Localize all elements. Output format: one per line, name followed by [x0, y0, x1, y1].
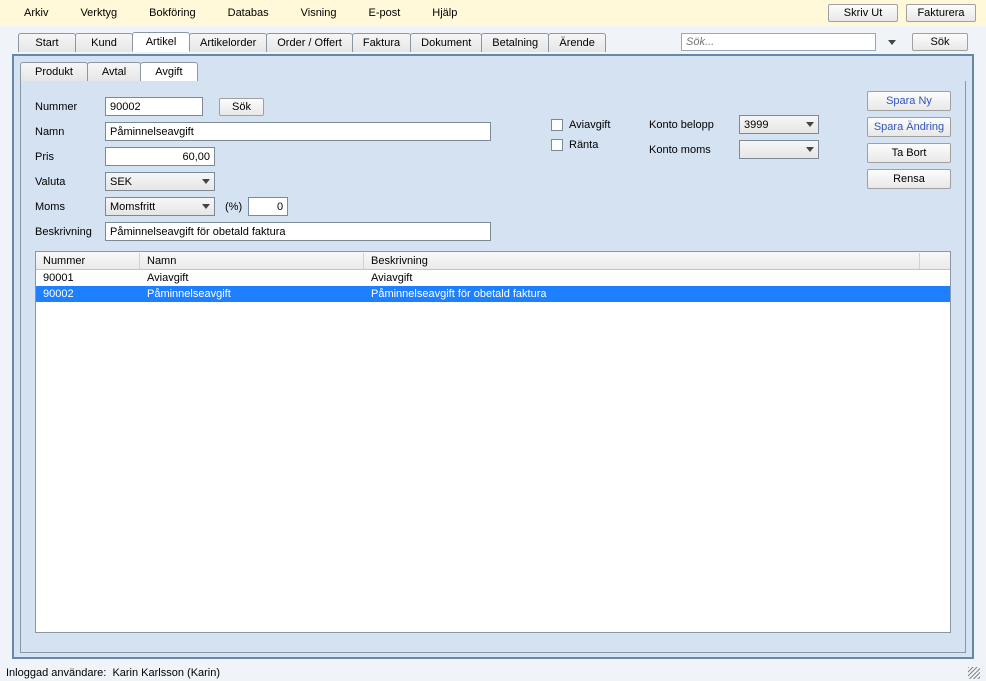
- print-button[interactable]: Skriv Ut: [828, 4, 898, 22]
- nummer-input[interactable]: [105, 97, 203, 116]
- tab-artikelorder[interactable]: Artikelorder: [189, 33, 267, 52]
- konto-belopp-value: 3999: [744, 119, 768, 131]
- konto-belopp-label: Konto belopp: [649, 119, 739, 131]
- tab-artikel[interactable]: Artikel: [132, 32, 190, 52]
- table-body: 90001 Aviavgift Aviavgift 90002 Påminnel…: [36, 270, 950, 302]
- ta-bort-button[interactable]: Ta Bort: [867, 143, 951, 163]
- data-table: Nummer Namn Beskrivning 90001 Aviavgift …: [35, 251, 951, 633]
- rensa-button[interactable]: Rensa: [867, 169, 951, 189]
- menu-bar: Arkiv Verktyg Bokföring Databas Visning …: [0, 0, 986, 26]
- tab-arende[interactable]: Ärende: [548, 33, 606, 52]
- moms-value: Momsfritt: [110, 201, 155, 213]
- moms-select[interactable]: Momsfritt: [105, 197, 215, 216]
- toolbar-row: Start Kund Artikel Artikelorder Order / …: [0, 26, 986, 54]
- cell-beskrivning: Påminnelseavgift för obetald faktura: [364, 287, 920, 301]
- namn-label: Namn: [35, 126, 105, 138]
- ranta-label: Ränta: [569, 139, 598, 151]
- spara-ny-button[interactable]: Spara Ny: [867, 91, 951, 111]
- table-header: Nummer Namn Beskrivning: [36, 252, 950, 270]
- search-area: Sök: [681, 33, 968, 51]
- cell-nummer: 90002: [36, 287, 140, 301]
- valuta-label: Valuta: [35, 176, 105, 188]
- col-namn[interactable]: Namn: [140, 253, 364, 269]
- menu-items: Arkiv Verktyg Bokföring Databas Visning …: [10, 5, 471, 21]
- subtab-produkt[interactable]: Produkt: [20, 62, 88, 81]
- tab-start[interactable]: Start: [18, 33, 76, 52]
- status-bar: Inloggad användare: Karin Karlsson (Kari…: [0, 665, 986, 681]
- valuta-select[interactable]: SEK: [105, 172, 215, 191]
- cell-namn: Aviavgift: [140, 271, 364, 285]
- table-row[interactable]: 90001 Aviavgift Aviavgift: [36, 270, 950, 286]
- konto-moms-select[interactable]: [739, 140, 819, 159]
- tab-kund[interactable]: Kund: [75, 33, 133, 52]
- search-dropdown-icon[interactable]: [888, 40, 896, 45]
- namn-input[interactable]: [105, 122, 491, 141]
- menu-arkiv[interactable]: Arkiv: [10, 5, 62, 21]
- mid-check-column: Aviavgift Ränta: [551, 119, 610, 159]
- menu-hjalp[interactable]: Hjälp: [418, 5, 471, 21]
- menu-databas[interactable]: Databas: [214, 5, 283, 21]
- konto-belopp-select[interactable]: 3999: [739, 115, 819, 134]
- main-tabs: Start Kund Artikel Artikelorder Order / …: [18, 32, 605, 52]
- beskrivning-label: Beskrivning: [35, 226, 105, 238]
- subtab-avtal[interactable]: Avtal: [87, 62, 141, 81]
- right-column: Konto belopp 3999 Konto moms: [649, 115, 819, 165]
- beskrivning-input[interactable]: [105, 222, 491, 241]
- menu-visning[interactable]: Visning: [287, 5, 351, 21]
- tab-order-offert[interactable]: Order / Offert: [266, 33, 353, 52]
- menu-epost[interactable]: E-post: [355, 5, 415, 21]
- valuta-value: SEK: [110, 176, 132, 188]
- form-area: Nummer Sök Namn Pris Valuta SEK Moms Mom…: [20, 81, 966, 653]
- chevron-down-icon: [202, 179, 210, 184]
- col-nummer[interactable]: Nummer: [36, 253, 140, 269]
- resize-grip-icon[interactable]: [968, 667, 980, 679]
- menu-verktyg[interactable]: Verktyg: [66, 5, 131, 21]
- tab-faktura[interactable]: Faktura: [352, 33, 411, 52]
- pct-label: (%): [225, 201, 242, 213]
- spara-andring-button[interactable]: Spara Ändring: [867, 117, 951, 137]
- search-input[interactable]: [681, 33, 876, 51]
- pris-input[interactable]: [105, 147, 215, 166]
- sub-tabs: Produkt Avtal Avgift: [20, 62, 966, 81]
- table-row[interactable]: 90002 Påminnelseavgift Påminnelseavgift …: [36, 286, 950, 302]
- ranta-checkbox[interactable]: Ränta: [551, 139, 610, 151]
- tab-dokument[interactable]: Dokument: [410, 33, 482, 52]
- nummer-label: Nummer: [35, 101, 105, 113]
- content-frame: Produkt Avtal Avgift Nummer Sök Namn Pri…: [12, 54, 974, 659]
- action-buttons: Spara Ny Spara Ändring Ta Bort Rensa: [867, 91, 951, 189]
- cell-nummer: 90001: [36, 271, 140, 285]
- col-beskrivning[interactable]: Beskrivning: [364, 253, 920, 269]
- chevron-down-icon: [806, 147, 814, 152]
- cell-namn: Påminnelseavgift: [140, 287, 364, 301]
- status-user: Inloggad användare: Karin Karlsson (Kari…: [6, 667, 220, 679]
- invoice-button[interactable]: Fakturera: [906, 4, 976, 22]
- aviavgift-checkbox[interactable]: Aviavgift: [551, 119, 610, 131]
- chevron-down-icon: [202, 204, 210, 209]
- konto-moms-label: Konto moms: [649, 144, 739, 156]
- checkbox-icon: [551, 139, 563, 151]
- sok-button[interactable]: Sök: [219, 98, 264, 116]
- aviavgift-label: Aviavgift: [569, 119, 610, 131]
- moms-label: Moms: [35, 201, 105, 213]
- chevron-down-icon: [806, 122, 814, 127]
- checkbox-icon: [551, 119, 563, 131]
- pct-input[interactable]: [248, 197, 288, 216]
- tab-betalning[interactable]: Betalning: [481, 33, 549, 52]
- cell-beskrivning: Aviavgift: [364, 271, 920, 285]
- top-buttons: Skriv Ut Fakturera: [828, 4, 976, 22]
- search-button[interactable]: Sök: [912, 33, 968, 51]
- pris-label: Pris: [35, 151, 105, 163]
- menu-bokforing[interactable]: Bokföring: [135, 5, 209, 21]
- subtab-avgift[interactable]: Avgift: [140, 62, 197, 81]
